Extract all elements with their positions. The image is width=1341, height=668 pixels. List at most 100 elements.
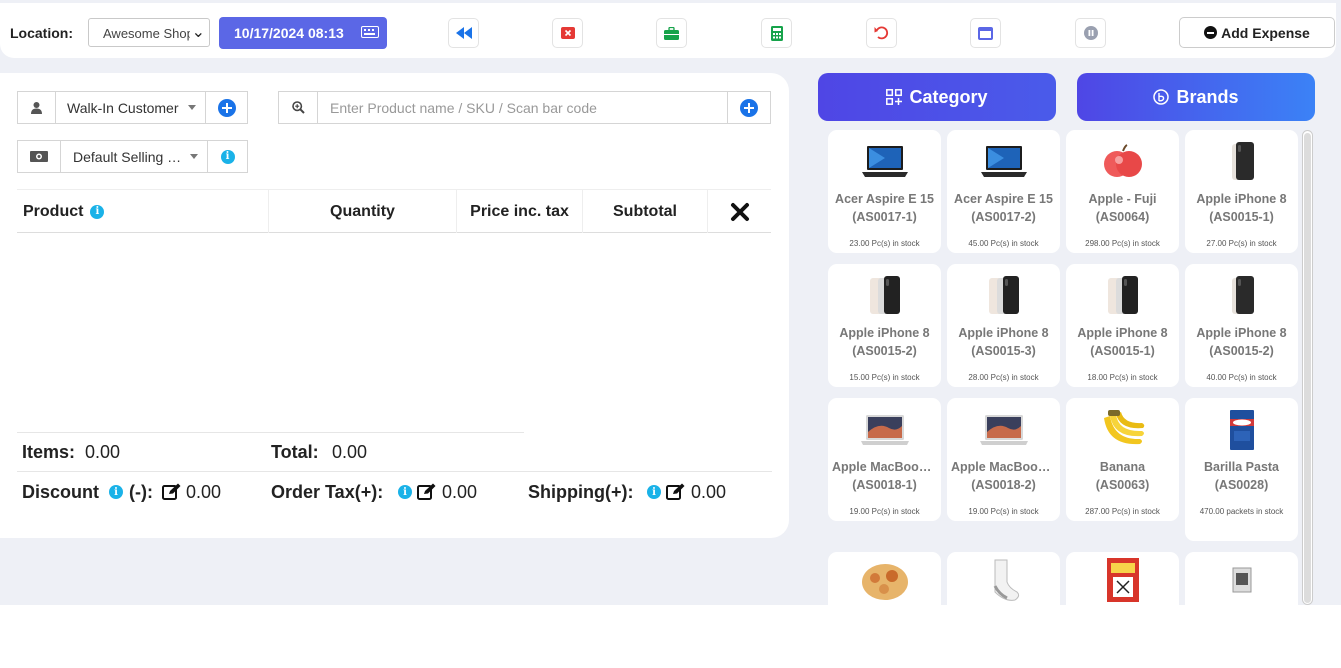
product-name: Barilla Pasta (1203, 460, 1280, 474)
product-stock: 15.00 Pc(s) in stock (849, 373, 920, 382)
transaction-date-button[interactable]: 10/17/2024 08:13 (219, 17, 387, 49)
top-bar: Location: Awesome Shop ⌄ 10/17/2024 08:1… (0, 3, 1336, 58)
macbook-image (947, 410, 1060, 450)
briefcase-icon (664, 26, 679, 40)
product-card[interactable]: Apple iPhone 8 (AS0015-2) 15.00 Pc(s) in s… (828, 264, 941, 387)
product-name: Apple iPhone 8 (958, 326, 1049, 340)
close-register-button[interactable] (552, 18, 583, 48)
register-details-button[interactable] (656, 18, 687, 48)
brands-label: Brands (1176, 86, 1239, 107)
product-stock: 27.00 Pc(s) in stock (1206, 239, 1277, 248)
product-card[interactable] (1066, 552, 1179, 605)
product-grid: Acer Aspire E 15 (AS0017-1) 23.00 Pc(s) in… (828, 130, 1298, 605)
product-search-input[interactable]: Enter Product name / SKU / Scan bar code (330, 100, 597, 116)
product-card[interactable]: Apple MacBook Air (AS0018-1) 19.00 Pc(s) i… (828, 398, 941, 521)
discount-sign-label: (-): (129, 482, 153, 502)
product-card[interactable]: Apple iPhone 8 (AS0015-1) 27.00 Pc(s) in s… (1185, 130, 1298, 253)
pause-button[interactable] (1075, 18, 1106, 48)
apple-fruit-image (1066, 142, 1179, 182)
info-icon[interactable]: i (647, 485, 661, 499)
info-icon[interactable]: i (109, 485, 123, 499)
info-icon[interactable]: i (398, 485, 412, 499)
keyboard-icon (361, 26, 379, 38)
caret-down-icon (190, 154, 198, 159)
product-card[interactable]: Apple - Fuji (AS0064) 298.00 Pc(s) in stoc… (1066, 130, 1179, 253)
category-label: Category (909, 86, 988, 107)
add-product-button[interactable] (727, 92, 770, 123)
product-sku: (AS0017-1) (852, 210, 917, 224)
product-card[interactable]: Acer Aspire E 15 (AS0017-1) 23.00 Pc(s) in… (828, 130, 941, 253)
product-sku: (AS0015-1) (1209, 210, 1274, 224)
scrollbar-thumb[interactable] (1304, 133, 1311, 603)
plus-circle-icon (740, 98, 758, 117)
calculator-icon (770, 25, 783, 41)
total-label: Total: (271, 442, 319, 462)
customer-select[interactable]: Walk-In Customer (67, 100, 179, 116)
product-card[interactable]: Acer Aspire E 15 (AS0017-2) 45.00 Pc(s) in… (947, 130, 1060, 253)
product-stock: 40.00 Pc(s) in stock (1206, 373, 1277, 382)
edit-shipping-icon[interactable] (666, 483, 685, 501)
product-card[interactable]: Apple iPhone 8 (AS0015-3) 28.00 Pc(s) in s… (947, 264, 1060, 387)
location-select[interactable]: Awesome Shop ⌄ (88, 18, 210, 47)
product-card[interactable]: Barilla Pasta (AS0028) 470.00 packets in s… (1185, 398, 1298, 541)
plus-circle-icon (217, 98, 236, 117)
product-name: Acer Aspire E 15 (835, 192, 934, 206)
product-card[interactable] (947, 552, 1060, 605)
order-tax-label: Order Tax(+): (271, 482, 384, 502)
order-tax-value: 0.00 (442, 482, 478, 502)
product-card[interactable]: Apple iPhone 8 (AS0015-1) 18.00 Pc(s) in s… (1066, 264, 1179, 387)
laptop-image (947, 142, 1060, 182)
product-card[interactable]: Apple MacBook Air (AS0018-2) 19.00 Pc(s) i… (947, 398, 1060, 521)
search-plus-icon (279, 92, 318, 123)
book-image (1066, 558, 1179, 602)
product-card[interactable] (828, 552, 941, 605)
product-stock: 470.00 packets in stock (1199, 507, 1284, 516)
close-icon (730, 202, 749, 221)
category-button[interactable]: Category (818, 73, 1056, 121)
banana-image (1066, 410, 1179, 450)
items-total-row: Items: 0.00 Total: 0.00 (17, 432, 524, 472)
chevron-down-icon: ⌄ (189, 22, 205, 42)
edit-tax-icon[interactable] (417, 483, 436, 501)
discount-label: Discount (22, 482, 100, 502)
info-icon[interactable]: i (90, 204, 105, 219)
brands-button[interactable]: Brands (1077, 73, 1315, 121)
rewind-icon (455, 27, 472, 39)
product-stock: 28.00 Pc(s) in stock (968, 373, 1039, 382)
items-label: Items: (22, 442, 76, 462)
price-group-info[interactable]: i (207, 141, 247, 172)
sell-return-button[interactable] (866, 18, 897, 48)
product-sku: (AS0015-1) (1090, 344, 1155, 358)
suspended-sales-button[interactable] (970, 18, 1001, 48)
product-name: Apple iPhone 8 (1196, 326, 1287, 340)
product-card[interactable]: Banana (AS0063) 287.00 Pc(s) in stock (1066, 398, 1179, 521)
phone-pair-image (828, 276, 941, 316)
product-stock: 19.00 Pc(s) in stock (968, 507, 1039, 516)
product-name: Banana (1099, 460, 1146, 474)
pos-screen: Location: Awesome Shop ⌄ 10/17/2024 08:1… (0, 0, 1341, 605)
pasta-box-image (1185, 410, 1298, 450)
go-back-button[interactable] (448, 18, 479, 48)
th-product: Product i (17, 190, 269, 233)
add-expense-button[interactable]: Add Expense (1179, 17, 1335, 48)
product-search-group: Enter Product name / SKU / Scan bar code (278, 91, 771, 124)
product-stock: 19.00 Pc(s) in stock (849, 507, 920, 516)
pause-circle-icon (1083, 26, 1098, 40)
edit-discount-icon[interactable] (162, 483, 181, 501)
product-name: Apple MacBook Air (832, 460, 937, 474)
product-card[interactable] (1185, 552, 1298, 605)
small-product-image (1185, 560, 1298, 600)
price-group-select[interactable]: Default Selling Price (73, 149, 185, 165)
clear-cart-button[interactable] (708, 190, 771, 233)
add-customer-button[interactable] (205, 92, 247, 123)
adjustments-row: Discount i (-): 0.00 Order Tax(+): i 0.0… (17, 471, 772, 511)
info-icon: i (220, 149, 235, 164)
product-name: Apple - Fuji (1088, 192, 1157, 206)
product-stock: 298.00 Pc(s) in stock (1085, 239, 1160, 248)
product-card[interactable]: Apple iPhone 8 (AS0015-2) 40.00 Pc(s) in s… (1185, 264, 1298, 387)
product-grid-scrollbar[interactable] (1302, 130, 1313, 605)
location-value: Awesome Shop (103, 26, 194, 41)
calculator-button[interactable] (761, 18, 792, 48)
phone-pair-image (947, 276, 1060, 316)
product-sku: (AS0064) (1095, 210, 1150, 224)
